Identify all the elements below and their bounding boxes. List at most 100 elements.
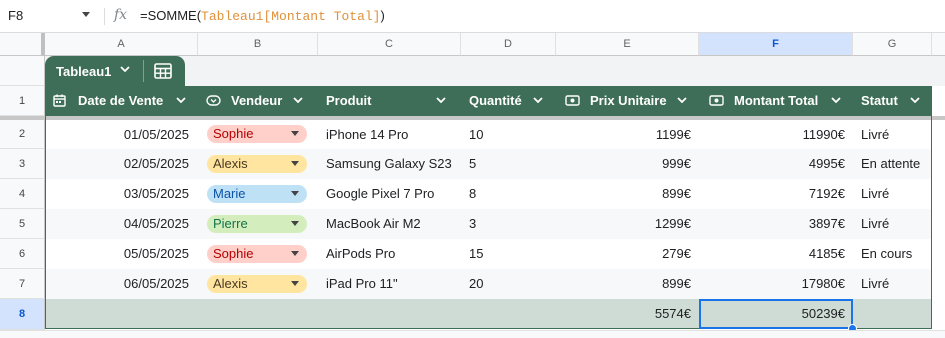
chevron-down-icon[interactable] [533, 97, 543, 104]
row-header-3[interactable]: 3 [0, 149, 45, 179]
vendeur-chip-label: Alexis [213, 156, 248, 171]
cell-produit[interactable]: iPad Pro 11" [326, 269, 398, 299]
vendeur-chip-label: Marie [213, 186, 246, 201]
header-quantite[interactable]: Quantité [469, 86, 522, 116]
column-header-b[interactable]: B [198, 33, 318, 56]
column-header-g[interactable]: G [853, 33, 932, 56]
cell-prix[interactable]: 1299€ [556, 209, 691, 239]
row-header-1[interactable]: 1 [0, 86, 45, 116]
cell-quantite[interactable]: 3 [469, 209, 476, 239]
column-header-c[interactable]: C [318, 33, 461, 56]
cell-statut[interactable]: En cours [861, 239, 912, 269]
vendeur-chip[interactable]: Alexis [207, 275, 307, 293]
header-date-de-vente[interactable]: Date de Vente [78, 86, 163, 116]
formula-bar: F8 fx =SOMME(Tableau1[Montant Total]) [0, 0, 945, 33]
cell-statut[interactable]: Livré [861, 269, 889, 299]
cell-quantite[interactable]: 20 [469, 269, 483, 299]
header-prix-unitaire[interactable]: Prix Unitaire [590, 86, 667, 116]
cell-produit[interactable]: Google Pixel 7 Pro [326, 179, 434, 209]
cell-produit[interactable]: Samsung Galaxy S23 [326, 149, 452, 179]
cell-date[interactable]: 01/05/2025 [45, 120, 189, 150]
chevron-down-icon[interactable] [677, 97, 687, 104]
column-header-d[interactable]: D [461, 33, 556, 56]
column-header-a[interactable]: A [45, 33, 198, 56]
chip-dropdown-icon[interactable] [291, 251, 299, 256]
chip-dropdown-icon[interactable] [291, 281, 299, 286]
cell-quantite[interactable]: 15 [469, 239, 483, 269]
vendeur-chip[interactable]: Sophie [207, 125, 307, 143]
dropdown-chip-icon [206, 95, 221, 106]
header-produit[interactable]: Produit [326, 86, 372, 116]
cell-montant[interactable]: 11990€ [699, 120, 845, 150]
name-box[interactable]: F8 [8, 8, 23, 23]
cell-prix[interactable]: 899€ [556, 179, 691, 209]
row-header-6[interactable]: 6 [0, 239, 45, 269]
cell-date[interactable]: 04/05/2025 [45, 209, 189, 239]
total-prix-unitaire[interactable]: 5574€ [556, 299, 691, 329]
vendeur-chip-label: Pierre [213, 216, 248, 231]
cell-statut[interactable]: Livré [861, 120, 889, 150]
cell-prix[interactable]: 279€ [556, 239, 691, 269]
cell-montant[interactable]: 4185€ [699, 239, 845, 269]
currency-icon [709, 95, 724, 106]
cell-produit[interactable]: AirPods Pro [326, 239, 395, 269]
row-header-7[interactable]: 7 [0, 269, 45, 299]
vendeur-chip[interactable]: Alexis [207, 155, 307, 173]
selected-cell-f8[interactable] [699, 299, 853, 329]
vendeur-chip[interactable]: Marie [207, 185, 307, 203]
vendeur-chip[interactable]: Pierre [207, 215, 307, 233]
row-header-2[interactable]: 2 [0, 120, 45, 149]
cell-statut[interactable]: Livré [861, 209, 889, 239]
cell-statut[interactable]: En attente [861, 149, 920, 179]
chip-dropdown-icon[interactable] [291, 191, 299, 196]
vendeur-chip-label: Sophie [213, 126, 254, 141]
vendeur-chip[interactable]: Sophie [207, 245, 307, 263]
chip-dropdown-icon[interactable] [291, 221, 299, 226]
table-view-icon[interactable] [154, 63, 172, 79]
cell-prix[interactable]: 999€ [556, 149, 691, 179]
formula-input[interactable]: =SOMME(Tableau1[Montant Total]) [140, 8, 385, 24]
column-header-f[interactable]: F [699, 33, 853, 56]
row-header-5[interactable]: 5 [0, 209, 45, 239]
cell-produit[interactable]: MacBook Air M2 [326, 209, 421, 239]
cell-quantite[interactable]: 8 [469, 179, 476, 209]
chevron-down-icon[interactable] [436, 97, 446, 104]
row-header-4[interactable]: 4 [0, 179, 45, 209]
cell-quantite[interactable]: 10 [469, 120, 483, 150]
formula-separator [104, 8, 105, 25]
chevron-down-icon[interactable] [910, 97, 920, 104]
cell-statut[interactable]: Livré [861, 179, 889, 209]
header-statut[interactable]: Statut [861, 86, 898, 116]
chevron-down-icon[interactable] [831, 97, 841, 104]
row-header-8[interactable]: 8 [0, 299, 45, 330]
table-name[interactable]: Tableau1 [56, 64, 111, 79]
cell-montant[interactable]: 17980€ [699, 269, 845, 299]
column-header-e[interactable]: E [556, 33, 699, 56]
cell-montant[interactable]: 3897€ [699, 209, 845, 239]
cell-montant[interactable]: 7192€ [699, 179, 845, 209]
name-box-dropdown-icon[interactable] [82, 12, 90, 17]
column-header-h[interactable] [932, 33, 945, 56]
tab-divider [143, 60, 144, 82]
calendar-icon [53, 94, 66, 107]
cell-prix[interactable]: 1199€ [556, 120, 691, 150]
cell-date[interactable]: 03/05/2025 [45, 179, 189, 209]
formula-suffix: ) [380, 8, 385, 23]
cell-prix[interactable]: 899€ [556, 269, 691, 299]
chevron-down-icon[interactable] [120, 66, 130, 73]
cell-date[interactable]: 02/05/2025 [45, 149, 189, 179]
cell-date[interactable]: 05/05/2025 [45, 239, 189, 269]
chevron-down-icon[interactable] [176, 97, 186, 104]
header-vendeur[interactable]: Vendeur [231, 86, 282, 116]
cell-quantite[interactable]: 5 [469, 149, 476, 179]
cell-montant[interactable]: 4995€ [699, 149, 845, 179]
formula-table-ref: Tableau1[Montant Total] [201, 9, 381, 24]
cell-produit[interactable]: iPhone 14 Pro [326, 120, 408, 150]
select-all-corner[interactable] [0, 33, 45, 56]
chevron-down-icon[interactable] [293, 97, 303, 104]
chip-dropdown-icon[interactable] [291, 131, 299, 136]
chip-dropdown-icon[interactable] [291, 161, 299, 166]
header-montant-total[interactable]: Montant Total [734, 86, 818, 116]
cell-date[interactable]: 06/05/2025 [45, 269, 189, 299]
vendeur-chip-label: Sophie [213, 246, 254, 261]
